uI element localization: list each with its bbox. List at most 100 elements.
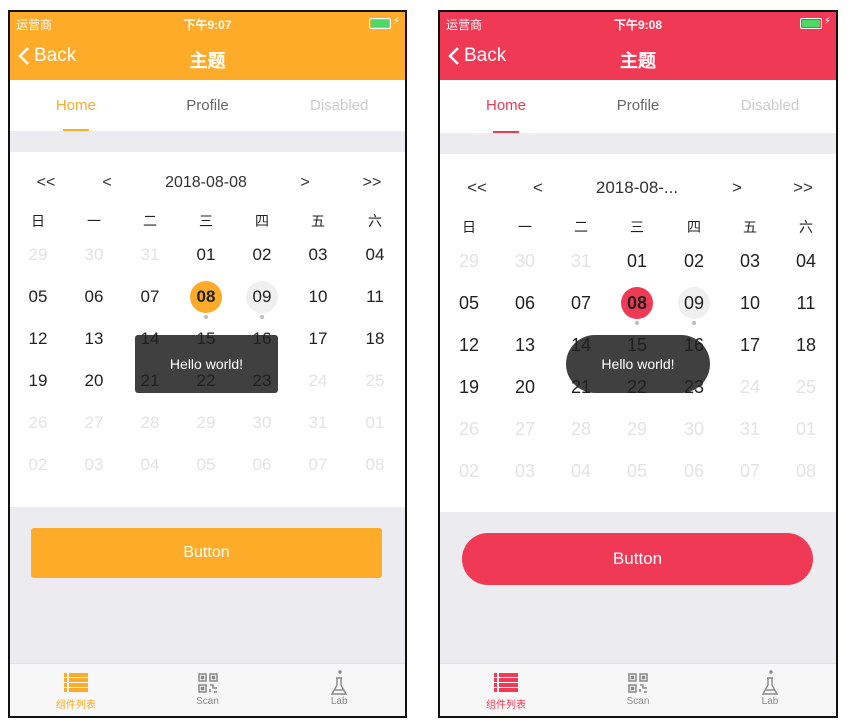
calendar-day[interactable]: 18 bbox=[359, 323, 391, 355]
weekday-label: 三 bbox=[630, 219, 644, 235]
calendar-day: 28 bbox=[134, 407, 166, 439]
phone-theme-red: 运营商 下午9:08 ⚡ Back 主题 Home Profile Disabled… bbox=[438, 10, 838, 718]
calendar-day: 07 bbox=[734, 455, 766, 487]
tabbar-item-1[interactable]: Scan bbox=[142, 664, 274, 716]
day-number: 07 bbox=[308, 455, 328, 474]
list-icon bbox=[440, 670, 572, 696]
primary-button[interactable]: Button bbox=[31, 528, 382, 578]
tab-profile[interactable]: Profile bbox=[572, 80, 704, 133]
calendar-day: 25 bbox=[359, 365, 391, 397]
calendar-day: 26 bbox=[453, 413, 485, 445]
calendar-day: 26 bbox=[22, 407, 54, 439]
calendar-day[interactable]: 05 bbox=[22, 281, 54, 313]
tabbar-item-2[interactable]: Lab bbox=[704, 664, 836, 716]
calendar-day: 07 bbox=[302, 449, 334, 481]
calendar-day[interactable]: 01 bbox=[190, 239, 222, 271]
calendar-day[interactable]: 12 bbox=[22, 323, 54, 355]
calendar-day[interactable]: 09 bbox=[678, 287, 710, 325]
calendar-day: 08 bbox=[790, 455, 822, 487]
weekday-label: 六 bbox=[368, 213, 382, 229]
tab-bar: 组件列表 Scan Lab bbox=[10, 663, 405, 716]
day-number: 31 bbox=[739, 419, 761, 439]
tab-home[interactable]: Home bbox=[10, 80, 142, 131]
day-number: 04 bbox=[365, 245, 385, 264]
status-bar: 运营商 下午9:08 ⚡ bbox=[440, 12, 836, 35]
tabbar-item-1[interactable]: Scan bbox=[572, 664, 704, 716]
calendar-day[interactable]: 13 bbox=[509, 329, 541, 361]
calendar-day[interactable]: 13 bbox=[78, 323, 110, 355]
calendar-day[interactable]: 06 bbox=[509, 287, 541, 319]
calendar-day[interactable]: 11 bbox=[359, 281, 391, 313]
calendar-day[interactable]: 07 bbox=[134, 281, 166, 313]
calendar-day[interactable]: 03 bbox=[734, 245, 766, 277]
calendar-prev-month-button[interactable]: < bbox=[102, 174, 111, 192]
calendar-day[interactable]: 20 bbox=[78, 365, 110, 397]
calendar-next-month-button[interactable]: > bbox=[300, 174, 309, 192]
day-number: 04 bbox=[570, 461, 592, 481]
calendar-day[interactable]: 17 bbox=[734, 329, 766, 361]
day-number: 07 bbox=[140, 287, 160, 306]
weekday-label: 三 bbox=[199, 213, 213, 229]
calendar-day[interactable]: 18 bbox=[790, 329, 822, 361]
calendar-prev-month-button[interactable]: < bbox=[533, 178, 543, 198]
calendar-day: 25 bbox=[790, 371, 822, 403]
calendar-day[interactable]: 03 bbox=[302, 239, 334, 271]
day-number: 26 bbox=[458, 419, 480, 439]
day-number: 02 bbox=[252, 245, 272, 264]
day-number: 12 bbox=[458, 335, 480, 355]
day-number: 29 bbox=[626, 419, 648, 439]
day-number: 05 bbox=[28, 287, 48, 306]
calendar-day: 29 bbox=[22, 239, 54, 271]
day-number: 12 bbox=[28, 329, 48, 348]
calendar-day[interactable]: 10 bbox=[302, 281, 334, 313]
charging-icon: ⚡ bbox=[392, 16, 400, 27]
tabbar-label: Lab bbox=[330, 696, 348, 707]
calendar-day: 02 bbox=[453, 455, 485, 487]
day-number: 02 bbox=[28, 455, 48, 474]
tabbar-item-0[interactable]: 组件列表 bbox=[10, 664, 142, 716]
qrcode-icon bbox=[572, 670, 704, 696]
calendar-day: 29 bbox=[621, 413, 653, 445]
calendar-day: 27 bbox=[509, 413, 541, 445]
calendar-day[interactable]: 17 bbox=[302, 323, 334, 355]
calendar-day[interactable]: 07 bbox=[565, 287, 597, 319]
day-number: 05 bbox=[196, 455, 216, 474]
calendar-day[interactable]: 08 bbox=[621, 287, 653, 325]
calendar-day[interactable]: 04 bbox=[359, 239, 391, 271]
calendar-prev-year-button[interactable]: << bbox=[467, 178, 487, 198]
calendar-day[interactable]: 20 bbox=[509, 371, 541, 403]
calendar-day[interactable]: 09 bbox=[246, 281, 278, 319]
calendar-day[interactable]: 02 bbox=[678, 245, 710, 277]
day-number: 08 bbox=[365, 455, 385, 474]
calendar-next-month-button[interactable]: > bbox=[732, 178, 742, 198]
calendar-day[interactable]: 08 bbox=[190, 281, 222, 319]
calendar-day[interactable]: 04 bbox=[790, 245, 822, 277]
day-number: 04 bbox=[140, 455, 160, 474]
calendar-day[interactable]: 01 bbox=[621, 245, 653, 277]
calendar-day[interactable]: 05 bbox=[453, 287, 485, 319]
primary-button[interactable]: Button bbox=[462, 533, 813, 585]
calendar-day[interactable]: 19 bbox=[22, 365, 54, 397]
calendar-day[interactable]: 06 bbox=[78, 281, 110, 313]
day-number: 01 bbox=[196, 245, 216, 264]
calendar-next-year-button[interactable]: >> bbox=[793, 178, 813, 198]
page-title: 主题 bbox=[620, 51, 656, 71]
list-icon bbox=[10, 670, 142, 696]
tabbar-item-2[interactable]: Lab bbox=[273, 664, 405, 716]
calendar-next-year-button[interactable]: >> bbox=[363, 174, 382, 192]
tab-profile[interactable]: Profile bbox=[142, 80, 274, 131]
calendar-prev-year-button[interactable]: << bbox=[37, 174, 56, 192]
tabbar-item-0[interactable]: 组件列表 bbox=[440, 664, 572, 716]
calendar-day[interactable]: 12 bbox=[453, 329, 485, 361]
calendar-day[interactable]: 02 bbox=[246, 239, 278, 271]
calendar-day[interactable]: 19 bbox=[453, 371, 485, 403]
day-number: 03 bbox=[84, 455, 104, 474]
weekday-label: 二 bbox=[143, 213, 157, 229]
day-number: 13 bbox=[84, 329, 104, 348]
day-number: 10 bbox=[739, 293, 761, 313]
calendar-day[interactable]: 11 bbox=[790, 287, 822, 319]
weekday-label: 一 bbox=[518, 219, 532, 235]
day-number: 30 bbox=[514, 251, 536, 271]
tab-home[interactable]: Home bbox=[440, 80, 572, 133]
calendar-day[interactable]: 10 bbox=[734, 287, 766, 319]
